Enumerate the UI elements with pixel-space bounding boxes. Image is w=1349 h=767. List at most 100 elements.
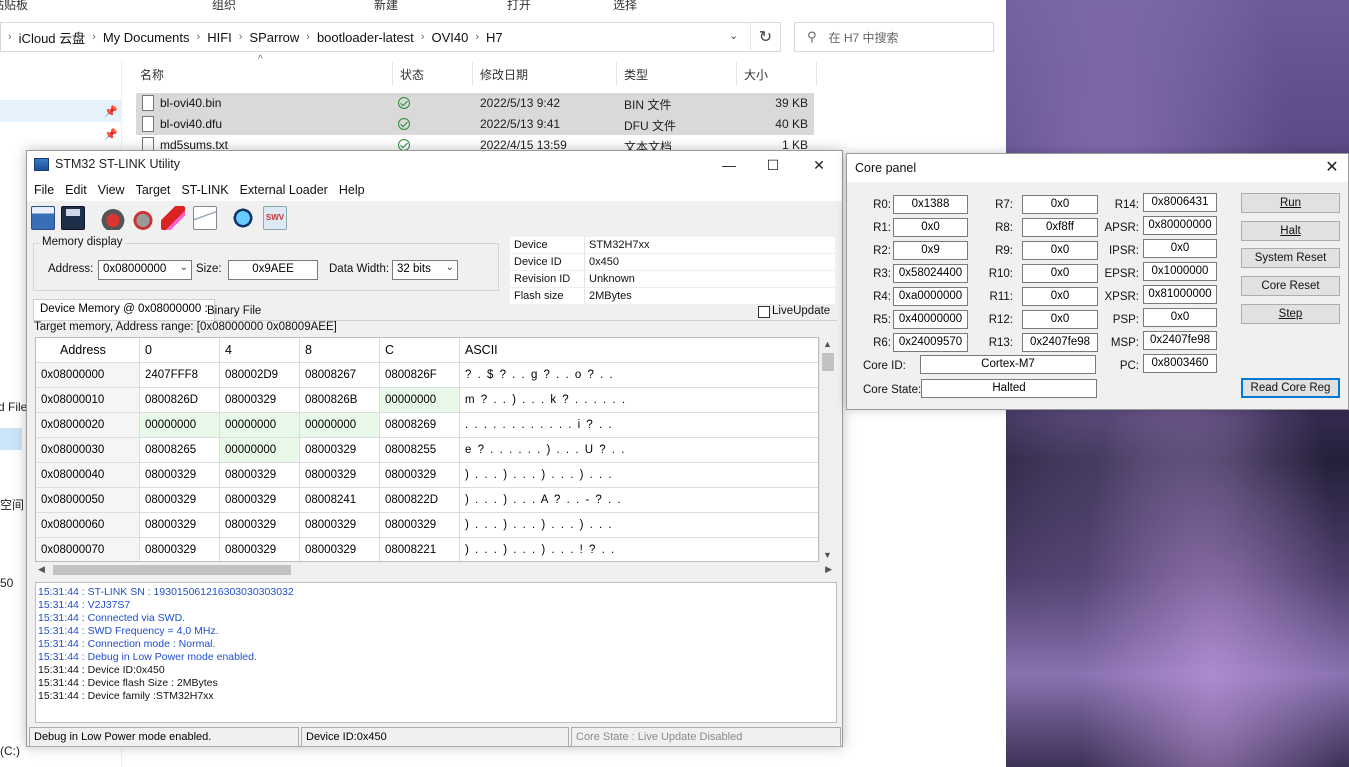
address-cell[interactable]: 0x08000040 (36, 463, 140, 487)
column-type[interactable]: 类型 (624, 66, 648, 83)
hex-cell[interactable]: 00000000 (300, 413, 380, 437)
ascii-cell[interactable]: m ? . . ) . . . k ? . . . . . . (460, 388, 818, 412)
file-row[interactable]: bl-ovi40.bin 2022/5/13 9:42 BIN 文件 39 KB (136, 93, 814, 114)
header-col-4[interactable]: 4 (220, 338, 300, 362)
table-row[interactable]: 0x08000050 08000329 08000329 08008241 080082… (36, 488, 818, 513)
nav-item-selected[interactable] (0, 428, 22, 450)
hex-cell[interactable]: 08000329 (380, 513, 460, 537)
hex-cell[interactable]: 08000329 (300, 513, 380, 537)
title-bar[interactable]: Core panel ✕ (847, 154, 1348, 182)
address-cell[interactable]: 0x08000070 (36, 538, 140, 561)
address-cell[interactable]: 0x08000000 (36, 363, 140, 387)
menu-edit[interactable]: Edit (65, 183, 87, 197)
table-row[interactable]: 0x08000010 0800826D 08000329 0800826B 000000… (36, 388, 818, 413)
hex-cell[interactable]: 08008269 (380, 413, 460, 437)
breadcrumb-bootloader[interactable]: bootloader-latest (317, 30, 414, 45)
register-value[interactable]: 0x80000000 (1143, 216, 1217, 235)
hex-cell[interactable]: 2407FFF8 (140, 363, 220, 387)
table-row[interactable]: 0x08000070 08000329 08000329 08000329 080082… (36, 538, 818, 561)
file-row[interactable]: bl-ovi40.dfu 2022/5/13 9:41 DFU 文件 40 KB (136, 114, 814, 135)
pin-icon[interactable]: 📌 (104, 105, 118, 118)
table-row[interactable]: 0x08000030 08008265 00000000 08000329 080082… (36, 438, 818, 463)
hex-cell[interactable]: 08008241 (300, 488, 380, 512)
menu-help[interactable]: Help (339, 183, 365, 197)
ascii-cell[interactable]: ) . . . ) . . . ) . . . ! ? . . (460, 538, 818, 561)
ribbon-clipboard[interactable]: 粘贴板 (0, 0, 28, 13)
maximize-icon[interactable]: ☐ (753, 153, 793, 177)
nav-item-fragment[interactable]: d File (0, 400, 27, 414)
horizontal-scrollbar[interactable]: ◀ ▶ (35, 562, 835, 578)
hex-cell[interactable]: 08000329 (300, 438, 380, 462)
read-core-reg-button[interactable]: Read Core Reg (1241, 378, 1340, 398)
scroll-down-icon[interactable]: ▼ (823, 550, 832, 560)
address-bar[interactable]: › iCloud 云盘 › My Documents › HIFI › SParrow… (0, 22, 781, 52)
table-row[interactable]: 0x08000040 08000329 08000329 08000329 080003… (36, 463, 818, 488)
hex-cell[interactable]: 08000329 (140, 488, 220, 512)
breadcrumb-hifi[interactable]: HIFI (207, 30, 232, 45)
breadcrumb-my-documents[interactable]: My Documents (103, 30, 190, 45)
header-address[interactable]: Address (36, 338, 140, 362)
ascii-cell[interactable]: ) . . . ) . . . ) . . . ) . . . (460, 463, 818, 487)
register-value[interactable]: 0x8003460 (1143, 354, 1217, 373)
hex-cell[interactable]: 08008265 (140, 438, 220, 462)
table-row[interactable]: 0x08000020 00000000 00000000 00000000 080082… (36, 413, 818, 438)
scroll-thumb[interactable] (822, 353, 834, 371)
hex-cell[interactable]: 0800822D (380, 488, 460, 512)
register-value[interactable]: 0x24009570 (893, 333, 968, 352)
scroll-up-icon[interactable]: ▲ (823, 339, 832, 349)
hex-cell[interactable]: 08000329 (220, 388, 300, 412)
ascii-cell[interactable]: ) . . . ) . . . ) . . . ) . . . (460, 513, 818, 537)
hex-cell[interactable]: 0800826F (380, 363, 460, 387)
header-ascii[interactable]: ASCII (460, 338, 818, 362)
register-value[interactable]: 0x0 (1022, 241, 1098, 260)
step-button[interactable]: Step (1241, 304, 1340, 324)
hex-cell[interactable]: 08008267 (300, 363, 380, 387)
register-value[interactable]: 0x1000000 (1143, 262, 1217, 281)
column-status[interactable]: 状态 (400, 66, 424, 83)
register-value[interactable]: 0x0 (1143, 239, 1217, 258)
nav-item-drive-c[interactable]: (C:) (0, 744, 20, 758)
hex-cell[interactable]: 08000329 (140, 463, 220, 487)
hex-cell[interactable]: 08000329 (220, 538, 300, 561)
breadcrumb-icloud[interactable]: iCloud 云盘 (19, 28, 85, 47)
ascii-cell[interactable]: e ? . . . . . . ) . . . U ? . . (460, 438, 818, 462)
ribbon-new[interactable]: 新建 (374, 0, 398, 13)
menu-view[interactable]: View (98, 183, 125, 197)
column-name[interactable]: 名称 (140, 66, 164, 83)
minimize-icon[interactable]: — (709, 153, 749, 177)
register-value[interactable]: 0x81000000 (1143, 285, 1217, 304)
erase-icon[interactable] (161, 206, 185, 230)
column-size[interactable]: 大小 (744, 66, 768, 83)
hex-cell[interactable]: 08000329 (220, 513, 300, 537)
address-cell[interactable]: 0x08000010 (36, 388, 140, 412)
ribbon-select[interactable]: 选择 (613, 0, 637, 13)
register-value[interactable]: 0x8006431 (1143, 193, 1217, 212)
header-col-0[interactable]: 0 (140, 338, 220, 362)
register-value[interactable]: 0x0 (1022, 264, 1098, 283)
nav-item-fragment[interactable]: 空间 (0, 496, 24, 513)
hex-cell[interactable]: 080002D9 (220, 363, 300, 387)
disconnect-icon[interactable] (131, 206, 155, 230)
tab-device-memory[interactable]: Device Memory @ 0x08000000 : (33, 299, 215, 321)
ascii-cell[interactable]: ? . $ ? . . g ? . . o ? . . (460, 363, 818, 387)
full-chip-erase-icon[interactable] (231, 206, 255, 230)
live-update-checkbox[interactable] (758, 306, 770, 318)
core-reset-button[interactable]: Core Reset (1241, 276, 1340, 296)
menu-file[interactable]: File (34, 183, 54, 197)
halt-button[interactable]: Halt (1241, 221, 1340, 241)
program-verify-icon[interactable] (193, 206, 217, 230)
address-cell[interactable]: 0x08000030 (36, 438, 140, 462)
refresh-icon[interactable]: ↻ (750, 22, 780, 52)
vertical-scrollbar[interactable]: ▲ ▼ (819, 337, 835, 562)
data-width-combo[interactable]: 32 bits ⌄ (392, 260, 458, 280)
scroll-left-icon[interactable]: ◀ (38, 564, 45, 575)
system-reset-button[interactable]: System Reset (1241, 248, 1340, 268)
run-button[interactable]: Run (1241, 193, 1340, 213)
register-value[interactable]: 0x0 (1022, 195, 1098, 214)
ascii-cell[interactable]: . . . . . . . . . . . . i ? . . (460, 413, 818, 437)
ribbon-open[interactable]: 打开 (507, 0, 531, 13)
hex-cell[interactable]: 08000329 (380, 463, 460, 487)
search-input[interactable]: ⚲ 在 H7 中搜索 (794, 22, 994, 52)
close-icon[interactable]: ✕ (1318, 156, 1346, 180)
register-value[interactable]: 0x2407fe98 (1022, 333, 1098, 352)
